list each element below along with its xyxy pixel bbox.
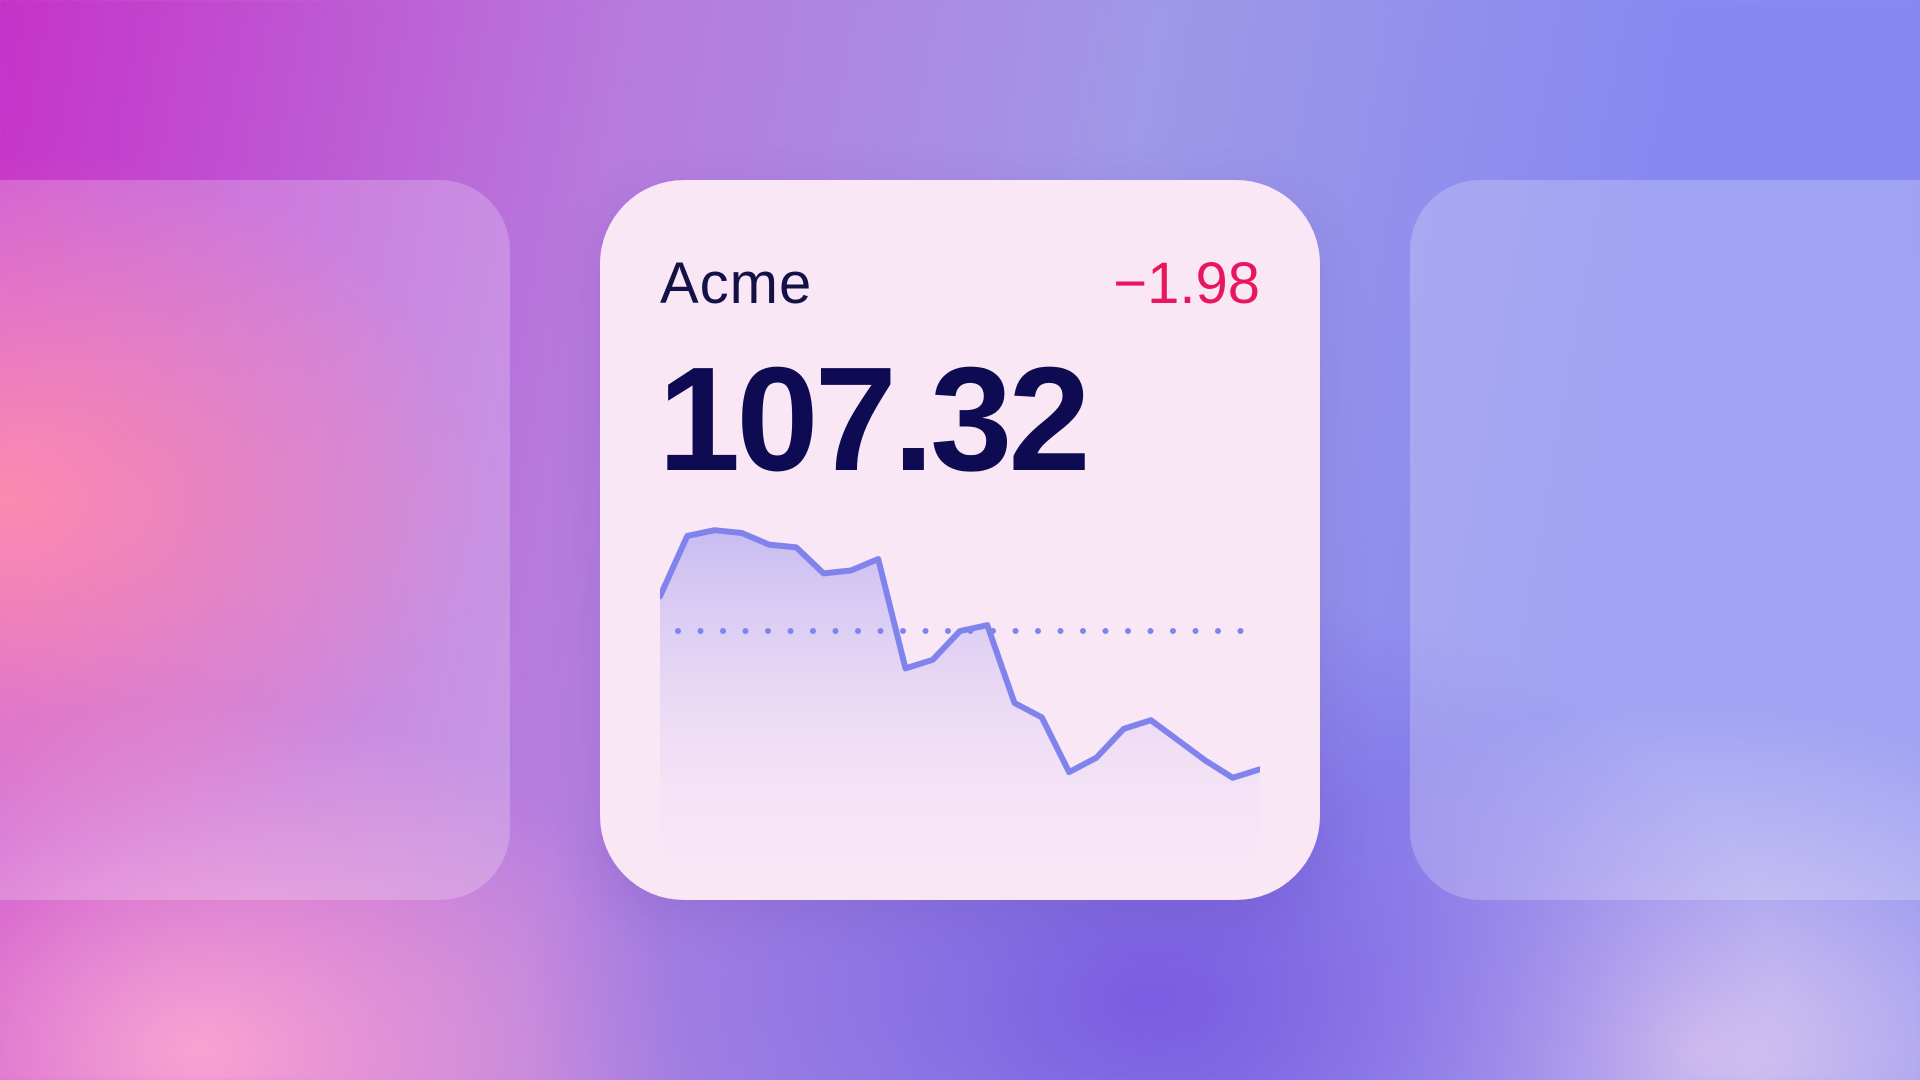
background-widget-left (0, 180, 510, 900)
price-change: −1.98 (1113, 251, 1260, 316)
chart-area-fill (660, 530, 1260, 870)
background-widget-right (1410, 180, 1920, 900)
stock-ticker: Acme (660, 251, 813, 316)
stock-price: 107.32 (658, 337, 1091, 502)
price-chart (660, 527, 1260, 870)
stock-widget[interactable]: Acme −1.98 107.32 (600, 180, 1320, 900)
